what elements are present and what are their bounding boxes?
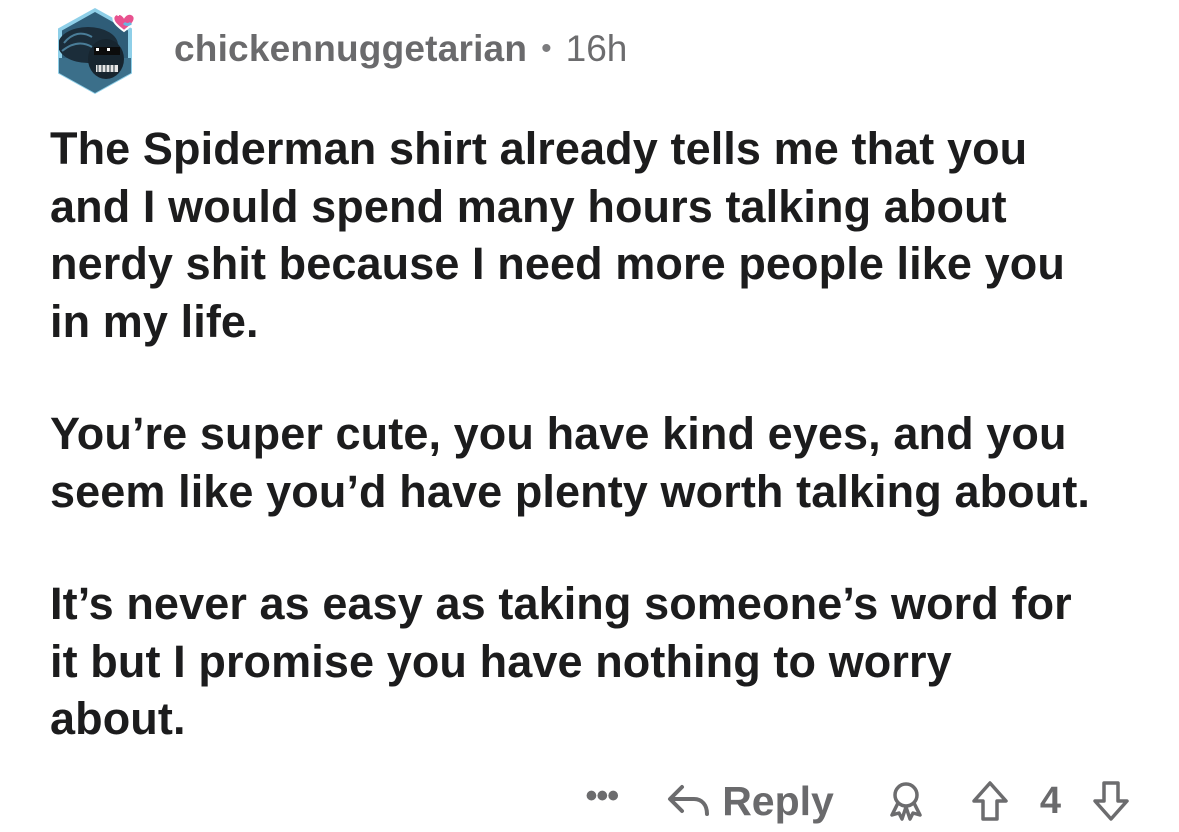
meta-separator: •: [541, 32, 552, 65]
comment-meta: chickennuggetarian • 16h: [174, 28, 627, 70]
user-avatar[interactable]: [52, 3, 138, 97]
award-icon[interactable]: [886, 780, 926, 822]
reply-arrow-icon: [666, 781, 712, 821]
vote-score: 4: [1039, 779, 1061, 822]
comment-paragraph: It’s never as easy as taking someone’s w…: [50, 578, 1072, 744]
comment-actions: ••• Reply 4: [585, 770, 1131, 832]
comment-paragraph: The Spiderman shirt already tells me tha…: [50, 123, 1065, 347]
comment-paragraph: You’re super cute, you have kind eyes, a…: [50, 408, 1091, 517]
downvote-arrow-icon[interactable]: [1091, 779, 1131, 823]
vote-controls: 4: [970, 779, 1131, 823]
more-options-icon[interactable]: •••: [585, 777, 619, 816]
username[interactable]: chickennuggetarian: [174, 28, 527, 70]
timestamp: 16h: [565, 28, 628, 69]
comment: chickennuggetarian • 16h The Spiderman s…: [0, 0, 1179, 825]
comment-header: chickennuggetarian • 16h: [52, 2, 627, 98]
reply-label: Reply: [722, 777, 834, 824]
comment-body: The Spiderman shirt already tells me tha…: [50, 120, 1160, 748]
reply-button[interactable]: Reply: [666, 778, 834, 825]
upvote-arrow-icon[interactable]: [970, 779, 1010, 823]
alien-avatar-icon: [58, 8, 136, 94]
